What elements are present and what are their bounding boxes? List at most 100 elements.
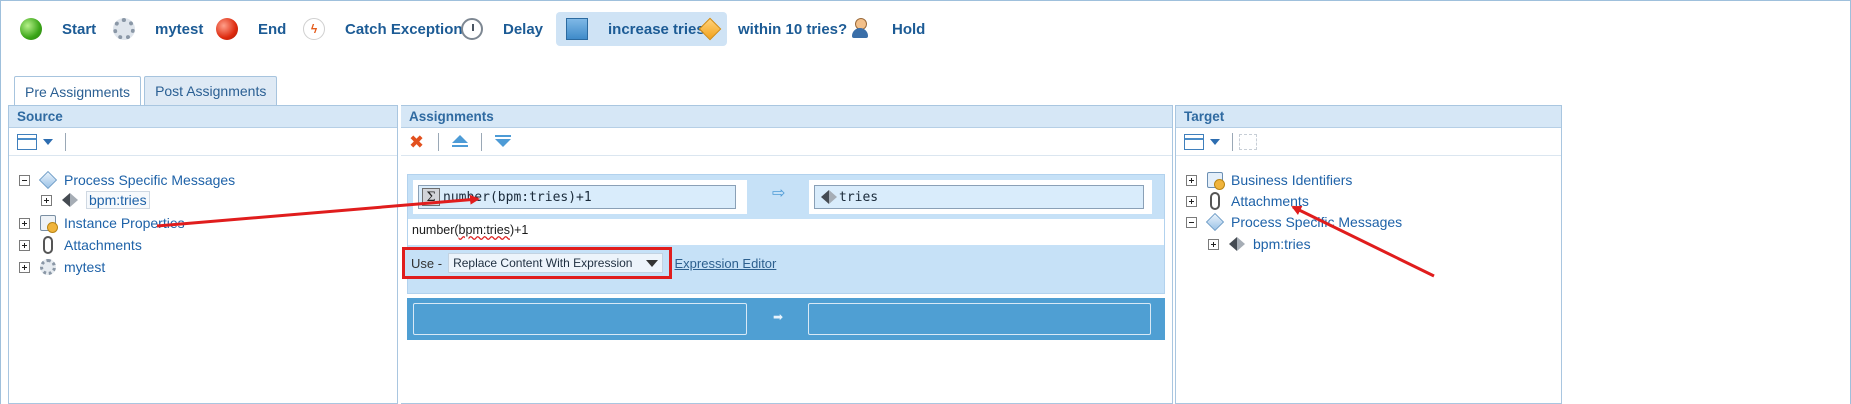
- task-icon: [566, 18, 588, 40]
- assignments-panel: Assignments ✖ Σ number(bpm:tries)+1 ⇨ tr…: [401, 105, 1173, 404]
- target-panel: Target Business Identifiers Attachments …: [1175, 105, 1562, 404]
- tree-node-label: Instance Properties: [64, 215, 185, 231]
- assignment-tabs: Pre Assignments Post Assignments: [14, 76, 280, 106]
- source-panel-title: Source: [9, 106, 397, 128]
- expand-icon[interactable]: [1208, 238, 1219, 250]
- element-diamond-icon: [62, 193, 78, 207]
- tree-node-business-identifiers[interactable]: Business Identifiers: [1186, 170, 1352, 190]
- tree-node-label: Business Identifiers: [1231, 172, 1353, 188]
- collapse-icon[interactable]: [1186, 216, 1197, 228]
- target-toolbar: [1176, 128, 1561, 156]
- expression-value: number(bpm:tries)+1: [443, 189, 592, 205]
- element-diamond-icon: [821, 190, 837, 204]
- expression-editor-link[interactable]: Expression Editor: [674, 256, 776, 271]
- tree-node-psm[interactable]: Process Specific Messages: [1186, 212, 1402, 232]
- expression-text-a: number(: [412, 223, 459, 237]
- flow-item-delay[interactable]: Delay: [461, 12, 543, 46]
- flow-item-hold[interactable]: Hold: [850, 12, 925, 46]
- delete-icon[interactable]: ✖: [409, 133, 424, 151]
- flow-item-mytest[interactable]: mytest: [113, 12, 203, 46]
- expand-icon[interactable]: [19, 261, 30, 273]
- toolbar-separator: [1232, 132, 1233, 151]
- tab-pre-assignments[interactable]: Pre Assignments: [14, 76, 142, 106]
- flow-item-label: Delay: [503, 20, 544, 38]
- gear-icon: [40, 259, 56, 275]
- source-toolbar: [9, 128, 397, 156]
- toolbar-separator: [65, 132, 66, 151]
- flow-item-label: Hold: [892, 20, 926, 38]
- window-view-icon[interactable]: [17, 133, 37, 150]
- gateway-diamond-icon: [698, 17, 722, 41]
- gear-service-icon: [113, 18, 135, 40]
- flow-item-label: increase tries: [608, 20, 705, 38]
- toolbar-separator: [438, 132, 440, 151]
- tree-node-psm[interactable]: Process Specific Messages: [19, 170, 235, 190]
- use-row: Use - Replace Content With Expression Ex…: [402, 247, 776, 279]
- process-flow-bar: Start mytest End ϟ Catch Exception Delay…: [0, 8, 1851, 48]
- use-label: Use -: [411, 255, 443, 271]
- flow-item-end[interactable]: End: [216, 12, 286, 46]
- hierarchy-icon[interactable]: [1239, 133, 1257, 150]
- sigma-icon[interactable]: Σ: [422, 188, 440, 206]
- use-highlight-box: Use - Replace Content With Expression: [402, 247, 673, 279]
- paperclip-icon: [43, 236, 53, 254]
- tree-node-label: Attachments: [64, 237, 142, 253]
- tree-node-bpm-tries[interactable]: bpm:tries: [1208, 234, 1311, 254]
- tree-node-label: mytest: [64, 259, 106, 275]
- timer-icon: [461, 18, 483, 40]
- flow-item-label: End: [258, 20, 287, 38]
- paperclip-icon: [1210, 192, 1220, 210]
- tree-node-label: Process Specific Messages: [64, 172, 236, 188]
- flow-item-start[interactable]: Start: [20, 12, 96, 46]
- message-icon: [1205, 212, 1225, 232]
- move-up-icon[interactable]: [451, 134, 469, 149]
- expression-cell: Σ number(bpm:tries)+1: [413, 180, 747, 214]
- tree-node-label: bpm:tries: [86, 191, 150, 209]
- tree-node-instance-properties[interactable]: Instance Properties: [19, 213, 185, 233]
- flow-item-within-10-tries[interactable]: within 10 tries?: [698, 12, 848, 46]
- start-event-icon: [20, 18, 42, 40]
- expand-icon[interactable]: [1186, 195, 1197, 207]
- expand-icon[interactable]: [19, 239, 30, 251]
- expression-field[interactable]: Σ number(bpm:tries)+1: [418, 185, 736, 209]
- expression-text[interactable]: number(bpm:tries)+1: [408, 219, 1164, 245]
- tree-node-attachments[interactable]: Attachments: [1186, 191, 1309, 211]
- assignment-row-empty[interactable]: ➡: [407, 298, 1165, 340]
- dropdown-arrow-icon[interactable]: [1210, 138, 1220, 145]
- dropdown-arrow-icon[interactable]: [43, 138, 53, 145]
- window-view-icon[interactable]: [1184, 133, 1204, 150]
- move-down-icon[interactable]: [494, 134, 512, 149]
- flow-item-label: within 10 tries?: [738, 20, 848, 38]
- tree-node-label: Attachments: [1231, 193, 1309, 209]
- expand-icon[interactable]: [1186, 174, 1197, 186]
- arrow-right-icon: ⇨: [772, 185, 786, 202]
- expand-icon[interactable]: [41, 194, 52, 206]
- flow-item-label: Catch Exception: [345, 20, 463, 38]
- tree-node-bpm-tries[interactable]: bpm:tries: [41, 190, 150, 210]
- use-select[interactable]: Replace Content With Expression: [448, 253, 664, 273]
- business-id-icon: [1207, 172, 1225, 190]
- target-panel-title: Target: [1176, 106, 1561, 128]
- expand-icon[interactable]: [19, 217, 30, 229]
- target-cell: tries: [809, 180, 1152, 214]
- empty-expression-cell[interactable]: [413, 303, 747, 335]
- empty-target-cell[interactable]: [808, 303, 1151, 335]
- collapse-icon[interactable]: [19, 174, 30, 186]
- expression-text-b: bpm:tries: [458, 223, 510, 237]
- properties-icon: [40, 215, 58, 233]
- tab-post-assignments[interactable]: Post Assignments: [144, 76, 278, 105]
- assignment-row[interactable]: Σ number(bpm:tries)+1 ⇨ tries number(bpm…: [402, 174, 1165, 294]
- flow-item-label: mytest: [155, 20, 204, 38]
- end-event-icon: [216, 18, 238, 40]
- tree-node-mytest[interactable]: mytest: [19, 257, 105, 277]
- target-value: tries: [839, 189, 879, 205]
- chevron-down-icon[interactable]: [646, 259, 659, 267]
- element-diamond-icon: [1229, 237, 1245, 251]
- tree-node-attachments[interactable]: Attachments: [19, 235, 142, 255]
- flow-item-catch-exception[interactable]: ϟ Catch Exception: [303, 12, 463, 46]
- message-icon: [38, 170, 58, 190]
- source-panel: Source Process Specific Messages bpm:tri…: [8, 105, 398, 404]
- tree-node-label: bpm:tries: [1253, 236, 1311, 252]
- target-field[interactable]: tries: [814, 185, 1144, 209]
- tree-node-label: Process Specific Messages: [1231, 214, 1403, 230]
